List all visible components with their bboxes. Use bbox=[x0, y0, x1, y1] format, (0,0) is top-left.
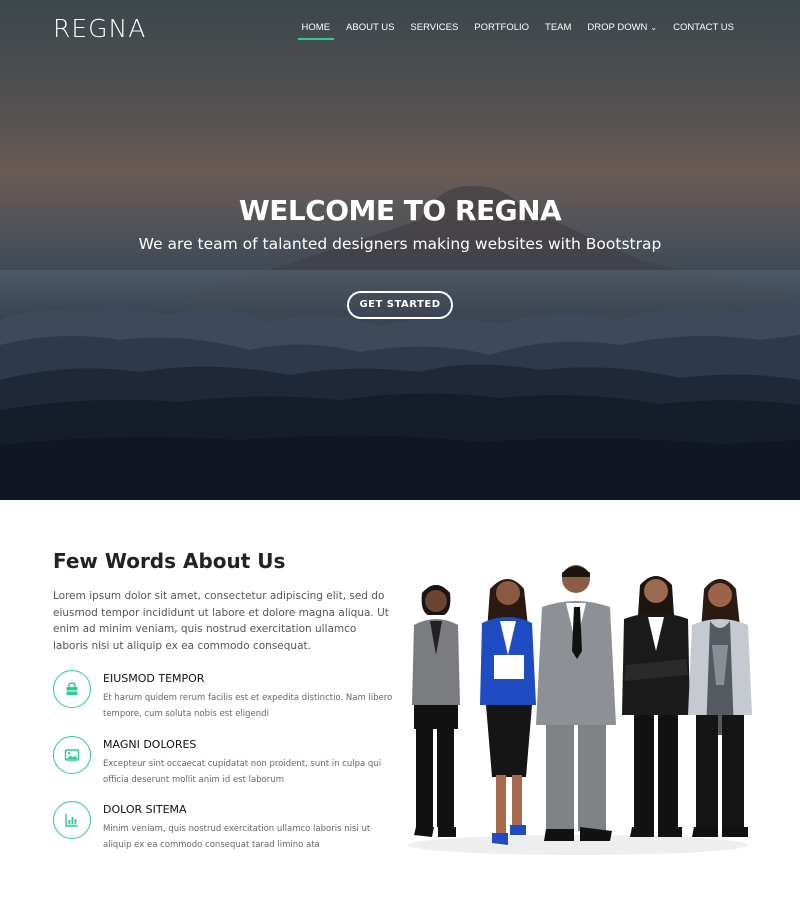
nav-item-services[interactable]: SERVICES bbox=[402, 22, 466, 40]
site-logo[interactable]: REGNA bbox=[53, 14, 146, 43]
about-description: Lorem ipsum dolor sit amet, consectetur … bbox=[53, 590, 389, 652]
hero-subtitle: We are team of talanted designers making… bbox=[138, 235, 662, 253]
shopping-bag-icon bbox=[66, 682, 78, 695]
feature-text: Excepteur sint occaecat cupidatat non pr… bbox=[103, 759, 382, 785]
feature-item: Dolor Sitema Minim veniam, quis nostrud … bbox=[53, 801, 398, 851]
feature-title: Eiusmod Tempor bbox=[103, 672, 205, 685]
nav-item-about-us[interactable]: ABOUT US bbox=[338, 22, 402, 40]
feature-item: Eiusmod Tempor Et harum quidem rerum fac… bbox=[53, 670, 398, 720]
about-section-title: Few Words About Us bbox=[53, 549, 286, 573]
image-icon bbox=[64, 749, 80, 761]
nav-item-portfolio[interactable]: PORTFOLIO bbox=[466, 22, 537, 40]
nav-item-drop-down[interactable]: DROP DOWN ⌄ bbox=[579, 22, 665, 40]
feature-icon-circle bbox=[53, 736, 91, 774]
nav-item-home[interactable]: HOME bbox=[294, 22, 339, 40]
feature-text: Et harum quidem rerum facilis est et exp… bbox=[103, 693, 393, 719]
bar-chart-icon bbox=[65, 814, 78, 827]
feature-title: Dolor Sitema bbox=[103, 803, 187, 816]
chevron-down-icon: ⌄ bbox=[650, 23, 658, 32]
hero-title: WELCOME TO REGNA bbox=[238, 194, 562, 227]
team-photo bbox=[398, 555, 758, 860]
nav-item-drop-down-label: DROP DOWN bbox=[587, 22, 648, 33]
feature-icon-circle bbox=[53, 670, 91, 708]
feature-title: Magni Dolores bbox=[103, 738, 197, 751]
feature-icon-circle bbox=[53, 801, 91, 839]
feature-item: Magni Dolores Excepteur sint occaecat cu… bbox=[53, 736, 398, 786]
feature-text: Minim veniam, quis nostrud exercitation … bbox=[103, 824, 371, 850]
hero-section: REGNA HOME ABOUT US SERVICES PORTFOLIO T… bbox=[0, 0, 800, 500]
nav-item-contact-us[interactable]: CONTACT US bbox=[665, 22, 742, 40]
get-started-button[interactable]: GET STARTED bbox=[347, 291, 453, 319]
main-navigation: HOME ABOUT US SERVICES PORTFOLIO TEAM DR… bbox=[294, 22, 742, 40]
nav-item-team[interactable]: TEAM bbox=[537, 22, 579, 40]
